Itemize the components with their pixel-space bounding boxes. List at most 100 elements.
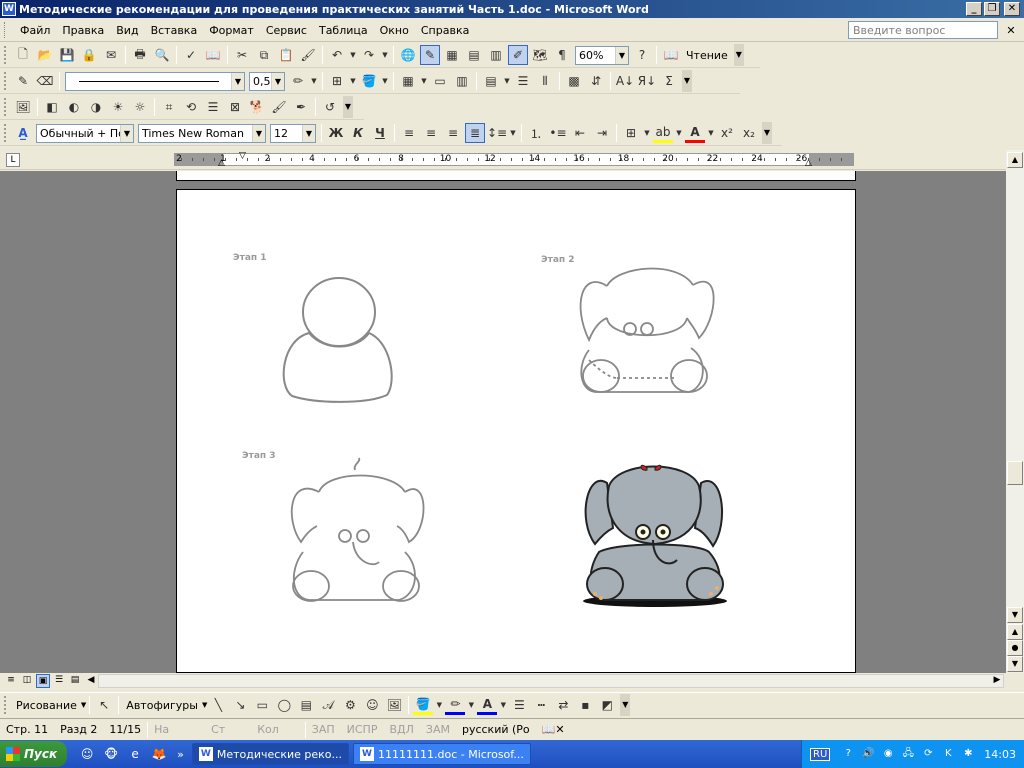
drawing-icon[interactable]: ✐ [508, 45, 528, 65]
taskbar-task-word-11111111[interactable]: W 11111111.doc - Microsof... [353, 743, 531, 765]
superscript-icon[interactable]: x² [717, 123, 737, 143]
align-left-icon[interactable]: ≡ [399, 123, 419, 143]
quicklaunch-ie-icon[interactable]: e [125, 744, 145, 764]
tab-selector-icon[interactable]: L [6, 153, 20, 167]
reading-layout-icon[interactable]: 📖 [661, 45, 681, 65]
styles-formatting-icon[interactable]: A̲ [13, 123, 33, 143]
reset-picture-icon[interactable]: ↺ [320, 97, 340, 117]
bullets-icon[interactable]: •≡ [548, 123, 568, 143]
color-icon[interactable]: ◧ [42, 97, 62, 117]
browse-object-icon[interactable]: ● [1007, 640, 1023, 656]
menu-format[interactable]: Формат [203, 24, 260, 37]
first-line-indent-marker[interactable]: ▽ [239, 151, 246, 161]
more-brightness-icon[interactable]: ☀ [108, 97, 128, 117]
format-picture-icon[interactable]: 🖌 [269, 97, 289, 117]
line-color-dropdown-icon[interactable]: ▼ [467, 695, 475, 715]
redo-dropdown-icon[interactable]: ▼ [381, 45, 389, 65]
toolbar-options-icon[interactable]: ▼ [620, 694, 631, 716]
align-right-icon[interactable]: ≡ [443, 123, 463, 143]
sort-descending-icon[interactable]: Я↓ [637, 71, 657, 91]
rotate-left-icon[interactable]: ⟲ [181, 97, 201, 117]
columns-icon[interactable]: ▥ [486, 45, 506, 65]
line-weight-select[interactable]: 0,5 ▼ [249, 71, 285, 91]
scroll-left-icon[interactable]: ◀ [84, 674, 98, 688]
network-icon[interactable]: 🖧 [900, 746, 916, 762]
compress-pictures-icon[interactable]: ⊠ [225, 97, 245, 117]
language-indicator[interactable]: RU [810, 747, 831, 761]
highlight-dropdown-icon[interactable]: ▼ [675, 123, 683, 143]
shading-color-icon[interactable]: 🪣 [359, 71, 379, 91]
line-color-icon[interactable]: ✏ [445, 695, 466, 715]
merge-cells-icon[interactable]: ▭ [430, 71, 450, 91]
distribute-columns-icon[interactable]: ⦀ [535, 71, 555, 91]
chevron-down-icon[interactable]: ▼ [81, 701, 86, 709]
spelling-icon[interactable]: ✓ [181, 45, 201, 65]
autosum-icon[interactable]: Σ [659, 71, 679, 91]
email-icon[interactable]: ✉ [101, 45, 121, 65]
toolbar-options-icon[interactable]: ▼ [343, 96, 353, 118]
menu-window[interactable]: Окно [374, 24, 415, 37]
security-tray-icon[interactable]: ✱ [960, 746, 976, 762]
select-objects-icon[interactable]: ↖ [94, 695, 114, 715]
paste-icon[interactable]: 📋 [276, 45, 296, 65]
font-size-select[interactable]: 12 ▼ [270, 123, 316, 143]
zoom-select[interactable]: 60% ▼ [575, 45, 629, 65]
toolbar-options-icon[interactable]: ▼ [682, 70, 692, 92]
status-page[interactable]: Стр. 11 [0, 723, 54, 736]
undo-dropdown-icon[interactable]: ▼ [349, 45, 357, 65]
font-color-dropdown-icon[interactable]: ▼ [707, 123, 715, 143]
vertical-scroll-thumb[interactable] [1007, 461, 1023, 485]
open-folder-icon[interactable]: 📂 [35, 45, 55, 65]
autoshapes-menu-button[interactable]: Автофигуры [126, 699, 198, 712]
status-column[interactable]: Кол [251, 723, 285, 736]
reading-label[interactable]: Чтение [686, 49, 728, 62]
next-page-icon[interactable]: ▼ [1007, 656, 1023, 672]
insert-picture-icon[interactable]: 🖼 [13, 97, 33, 117]
oval-icon[interactable]: ◯ [274, 695, 294, 715]
status-section[interactable]: Разд 2 [54, 723, 103, 736]
border-dropdown-icon[interactable]: ▼ [643, 123, 651, 143]
restore-button[interactable]: ❐ [984, 2, 1000, 16]
outside-border-icon[interactable]: ⊞ [621, 123, 641, 143]
insert-picture-icon[interactable]: 🖼 [384, 695, 404, 715]
close-button[interactable]: ✕ [1004, 2, 1020, 16]
border-color-dropdown-icon[interactable]: ▼ [310, 71, 318, 91]
menu-view[interactable]: Вид [110, 24, 144, 37]
line-style-icon[interactable]: ☰ [203, 97, 223, 117]
style-select[interactable]: Обычный + По ц ▼ [36, 123, 134, 143]
quicklaunch-expand-icon[interactable]: » [177, 748, 184, 761]
wordart-icon[interactable]: 𝒜 [318, 695, 338, 715]
save-icon[interactable]: 💾 [57, 45, 77, 65]
status-line[interactable]: Ст [205, 723, 231, 736]
kaspersky-icon[interactable]: K [940, 746, 956, 762]
menu-edit[interactable]: Правка [56, 24, 110, 37]
vertical-scrollbar[interactable]: ▲ ▼ ▲ ● ▼ [1006, 150, 1024, 673]
toolbar-grip[interactable] [4, 124, 8, 142]
menu-file[interactable]: Файл [14, 24, 56, 37]
chevron-down-icon[interactable]: ▼ [231, 72, 244, 90]
drawing-menu-button[interactable]: Рисование [16, 699, 77, 712]
border-color-icon[interactable]: ✏ [288, 71, 308, 91]
menu-grip[interactable] [4, 22, 8, 38]
distribute-rows-icon[interactable]: ☰ [513, 71, 533, 91]
text-wrapping-icon[interactable]: 🐕 [247, 97, 267, 117]
minimize-button[interactable]: _ [966, 2, 982, 16]
help-tray-icon[interactable]: ? [840, 746, 856, 762]
cut-icon[interactable]: ✂ [232, 45, 252, 65]
word-app-icon[interactable]: W [2, 2, 16, 16]
align-cell-icon[interactable]: ▤ [481, 71, 501, 91]
text-direction-icon[interactable]: ⇵ [586, 71, 606, 91]
status-overtype[interactable]: ЗАМ [420, 723, 456, 736]
document-area[interactable]: Этап 1 Этап 2 Этап 3 [0, 171, 1006, 673]
fill-color-dropdown-icon[interactable]: ▼ [435, 695, 443, 715]
show-hide-icon[interactable]: ¶ [552, 45, 572, 65]
clip-art-icon[interactable]: ☺ [362, 695, 382, 715]
toolbar-grip[interactable] [4, 696, 8, 714]
normal-view-icon[interactable]: ≡ [4, 674, 18, 688]
split-cells-icon[interactable]: ▥ [452, 71, 472, 91]
undo-icon[interactable]: ↶ [327, 45, 347, 65]
toolbar-options-icon[interactable]: ▼ [762, 122, 772, 144]
arrow-icon[interactable]: ↘ [230, 695, 250, 715]
scroll-down-icon[interactable]: ▼ [1007, 607, 1023, 623]
diagram-icon[interactable]: ⚙ [340, 695, 360, 715]
